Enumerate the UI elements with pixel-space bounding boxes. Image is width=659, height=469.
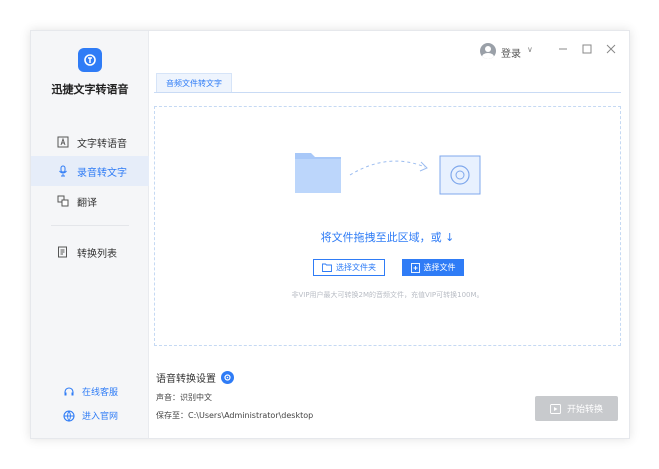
drop-instruction: 将文件拖拽至此区域，或 ↓	[320, 231, 455, 244]
sidebar-item-text-to-speech[interactable]: 文字转语音	[31, 127, 149, 157]
official-website-link[interactable]: 进入官网	[63, 409, 118, 422]
avatar[interactable]	[480, 43, 496, 59]
maximize-icon	[582, 44, 592, 54]
drag-illustration	[295, 153, 481, 195]
select-file-label: 选择文件	[423, 263, 456, 272]
settings-title: 语音转换设置	[156, 374, 216, 385]
app-window: 迅捷文字转语音 文字转语音 录音转文字 翻译 转换列表 在线客服 进入官网 登录…	[30, 30, 630, 439]
dashed-arrow-icon	[349, 160, 428, 176]
save-path: 保存至：C:\Users\Administrator\desktop	[156, 411, 314, 420]
translate-icon	[57, 195, 69, 207]
add-file-icon	[410, 262, 420, 273]
tab-audio-to-text[interactable]: 音频文件转文字	[156, 73, 232, 92]
conversion-settings: 语音转换设置	[156, 370, 234, 385]
list-icon	[57, 246, 69, 258]
gear-icon[interactable]	[221, 371, 234, 384]
tab-underline	[154, 92, 621, 93]
sidebar-item-label: 翻译	[77, 197, 97, 209]
app-name: 迅捷文字转语音	[51, 83, 129, 96]
sidebar-item-label: 转换列表	[77, 248, 117, 260]
online-service-label: 在线客服	[82, 388, 119, 398]
sidebar-item-label: 文字转语音	[77, 138, 127, 150]
close-icon	[606, 44, 616, 54]
login-button[interactable]: 登录	[501, 45, 521, 60]
official-website-label: 进入官网	[82, 412, 119, 422]
microphone-icon	[57, 165, 69, 177]
sidebar-item-translate[interactable]: 翻译	[31, 186, 149, 216]
start-conversion-label: 开始转换	[566, 405, 603, 415]
file-drop-zone[interactable]: 将文件拖拽至此区域，或 ↓ 选择文件夹 选择文件 非VIP用户最大可转换2M的音…	[154, 106, 621, 346]
sidebar-item-conversion-list[interactable]: 转换列表	[31, 237, 149, 267]
vip-tip: 非VIP用户最大可转换2M的音频文件，充值VIP可转换100M。	[291, 291, 484, 299]
text-to-speech-icon	[57, 136, 69, 148]
minimize-icon	[559, 48, 567, 50]
select-folder-button[interactable]: 选择文件夹	[313, 259, 385, 276]
start-conversion-button[interactable]: 开始转换	[535, 396, 618, 421]
chevron-down-icon[interactable]: ∨	[527, 45, 533, 54]
headset-icon	[63, 386, 75, 398]
select-folder-label: 选择文件夹	[336, 263, 376, 272]
maximize-button[interactable]	[579, 41, 595, 57]
voice-setting: 声音：识别中文	[156, 393, 212, 402]
sidebar: 迅捷文字转语音 文字转语音 录音转文字 翻译 转换列表 在线客服 进入官网	[31, 31, 149, 438]
app-logo-icon	[78, 48, 102, 72]
sidebar-divider	[51, 225, 129, 226]
play-icon	[550, 403, 561, 414]
select-file-button[interactable]: 选择文件	[402, 259, 464, 276]
online-service-link[interactable]: 在线客服	[63, 385, 118, 398]
audio-file-icon	[439, 155, 481, 195]
folder-icon	[295, 153, 341, 193]
minimize-button[interactable]	[555, 41, 571, 57]
close-button[interactable]	[603, 41, 619, 57]
folder-icon	[322, 263, 332, 272]
sidebar-item-label: 录音转文字	[77, 167, 127, 179]
globe-icon	[63, 409, 75, 422]
sidebar-item-record-to-text[interactable]: 录音转文字	[31, 156, 149, 186]
